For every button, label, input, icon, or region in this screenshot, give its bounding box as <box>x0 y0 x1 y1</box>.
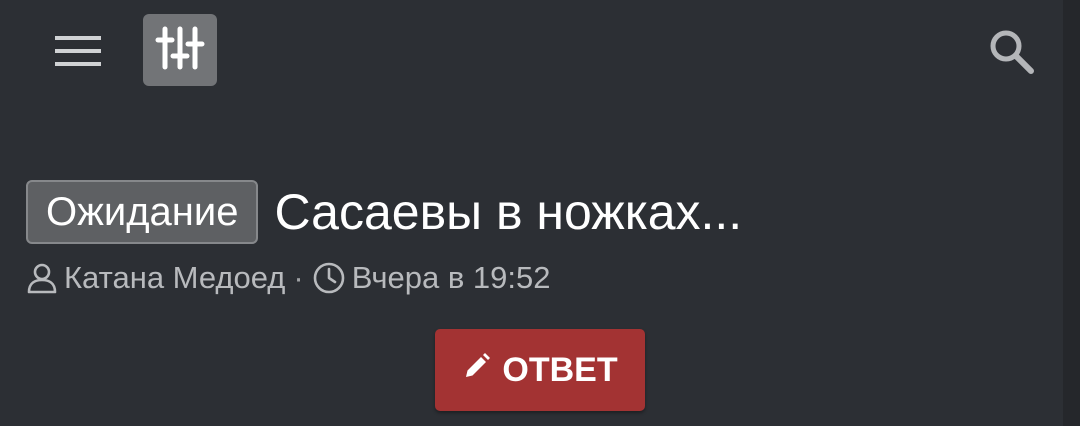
clock-icon <box>312 261 346 295</box>
hamburger-menu-icon[interactable] <box>50 28 106 74</box>
reply-button-label: ОТВЕТ <box>502 350 618 389</box>
meta-separator: · <box>293 260 304 295</box>
thread-page: Ожидание Сасаевы в ножках... Катана Медо… <box>0 0 1080 426</box>
user-icon <box>26 262 58 294</box>
pencil-icon <box>462 351 502 390</box>
thread-prefix-badge[interactable]: Ожидание <box>26 180 259 244</box>
filters-button[interactable] <box>143 14 217 86</box>
sliders-icon <box>155 23 205 78</box>
reply-button[interactable]: ОТВЕТ <box>435 329 645 411</box>
thread-timestamp-link[interactable]: Вчера в 19:52 <box>352 260 551 296</box>
thread-author-link[interactable]: Катана Медоед <box>64 260 285 296</box>
thread-meta: Катана Медоед · Вчера в 19:52 <box>26 256 551 300</box>
page-scrollbar[interactable] <box>1063 0 1080 426</box>
thread-title: Сасаевы в ножках... <box>274 184 743 240</box>
thread-title-row: Ожидание Сасаевы в ножках... <box>26 178 742 246</box>
search-icon[interactable] <box>982 24 1040 78</box>
top-navigation-bar <box>0 0 1063 100</box>
